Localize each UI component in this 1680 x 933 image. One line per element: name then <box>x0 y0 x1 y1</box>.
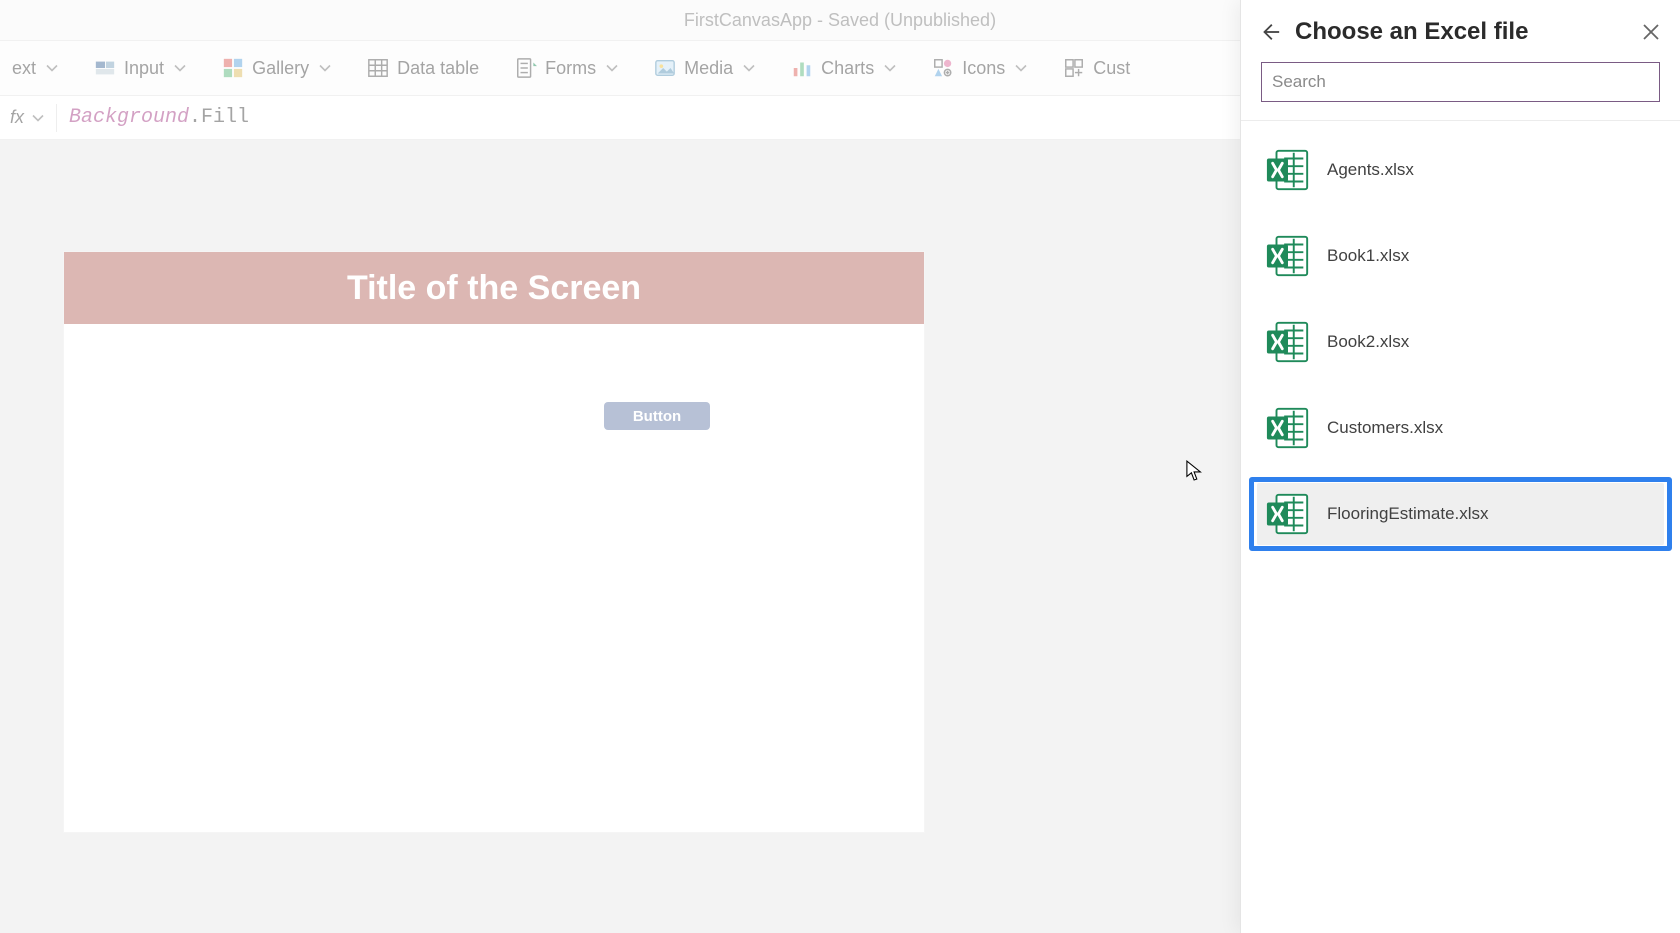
file-name: Customers.xlsx <box>1327 418 1443 438</box>
panel-title: Choose an Excel file <box>1295 18 1628 46</box>
close-button[interactable] <box>1642 23 1660 41</box>
excel-icon <box>1265 147 1311 193</box>
excel-icon <box>1265 491 1311 537</box>
excel-icon <box>1265 233 1311 279</box>
excel-icon <box>1265 405 1311 451</box>
divider <box>1241 120 1680 121</box>
file-item[interactable]: Agents.xlsx <box>1257 139 1664 201</box>
file-name: Book1.xlsx <box>1327 246 1409 266</box>
search-input[interactable] <box>1261 62 1660 102</box>
app-root: FirstCanvasApp - Saved (Unpublished) ext… <box>0 0 1680 933</box>
file-item[interactable]: Book1.xlsx <box>1257 225 1664 287</box>
file-item[interactable]: Book2.xlsx <box>1257 311 1664 373</box>
back-button[interactable] <box>1259 21 1281 43</box>
file-item[interactable]: Customers.xlsx <box>1257 397 1664 459</box>
excel-picker-panel: Choose an Excel file Agents.xlsx Book1.x… <box>1240 0 1680 933</box>
excel-icon <box>1265 319 1311 365</box>
file-name: Book2.xlsx <box>1327 332 1409 352</box>
file-item[interactable]: FlooringEstimate.xlsx <box>1257 483 1664 545</box>
search-wrap <box>1241 58 1680 112</box>
file-name: Agents.xlsx <box>1327 160 1414 180</box>
panel-header: Choose an Excel file <box>1241 0 1680 58</box>
file-list: Agents.xlsx Book1.xlsx Book2.xlsx Custom… <box>1241 139 1680 545</box>
file-name: FlooringEstimate.xlsx <box>1327 504 1489 524</box>
